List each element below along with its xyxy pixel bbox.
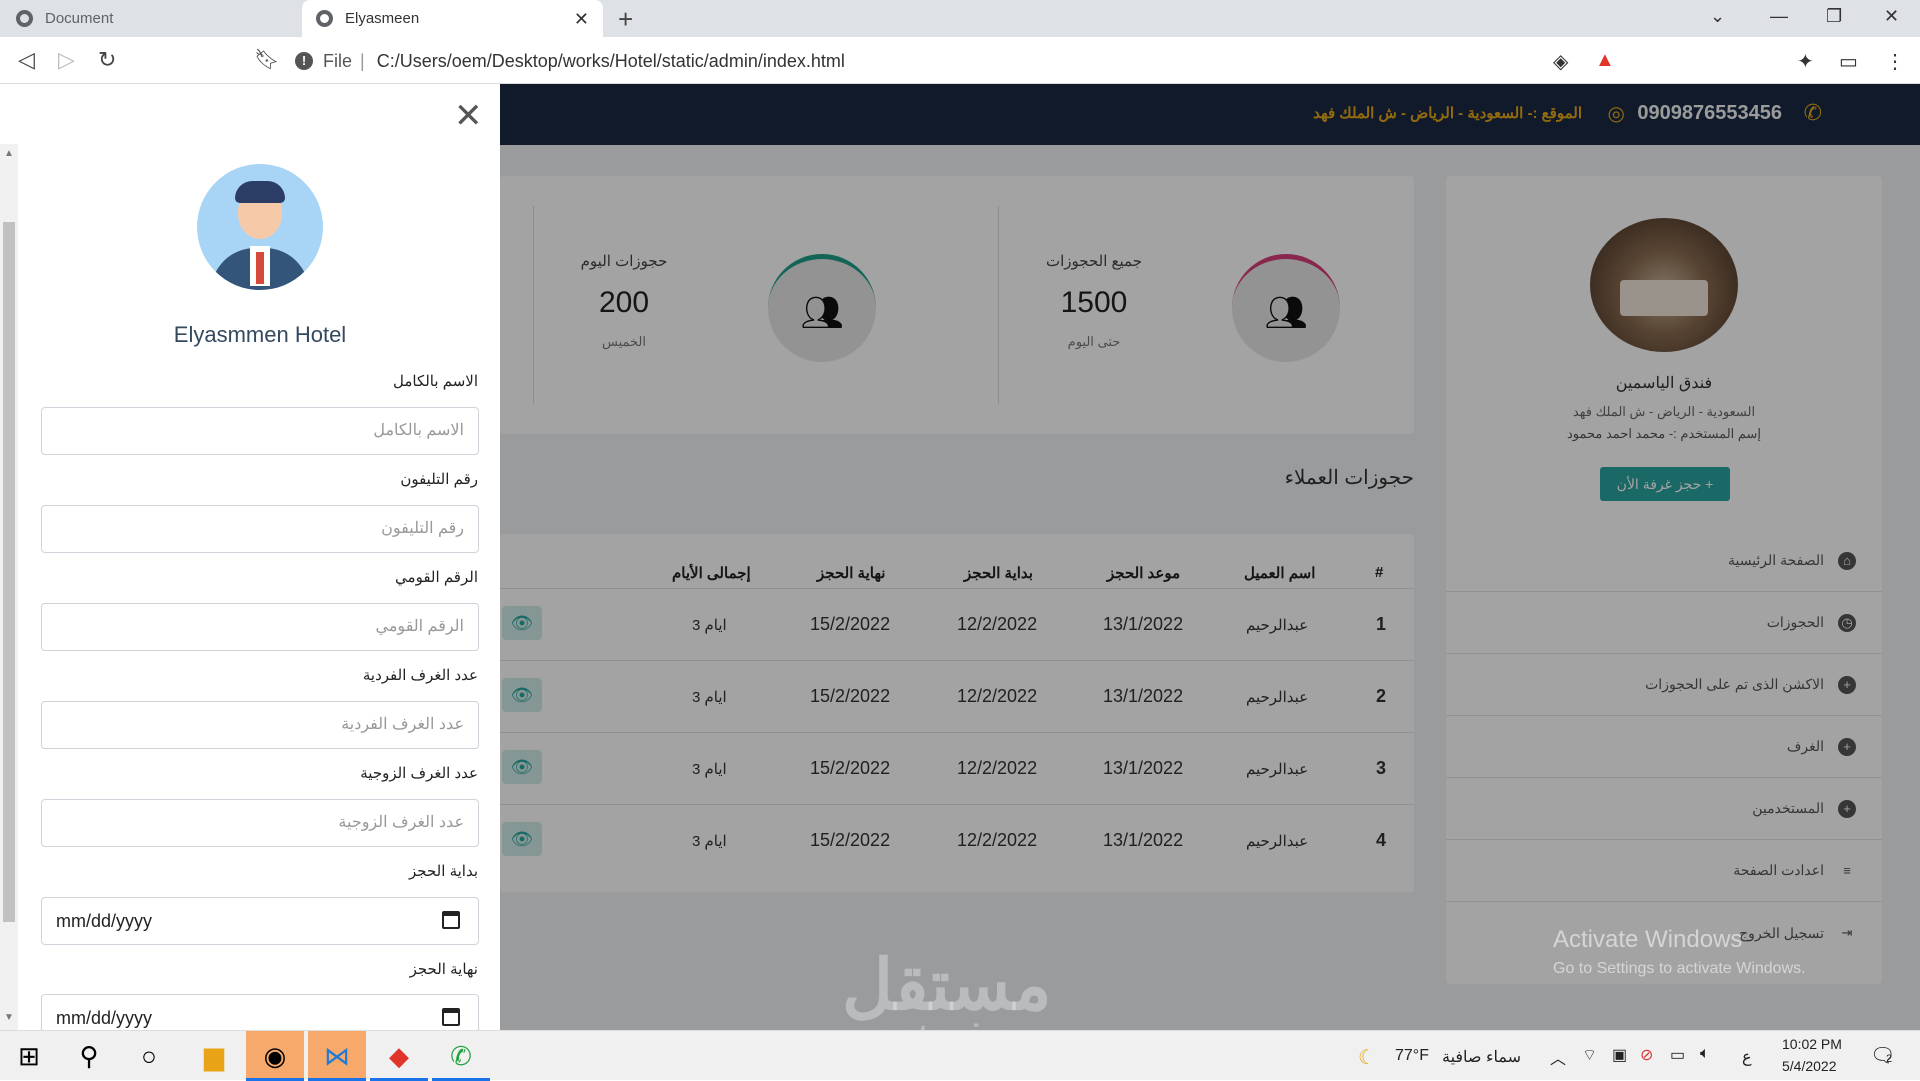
watermark-logo: مستقل [842, 946, 1052, 1024]
file-explorer-icon[interactable]: ▆ [185, 1031, 243, 1081]
globe-icon [16, 10, 33, 27]
tab-label: Document [45, 10, 114, 27]
battery-icon[interactable]: ▭ [1670, 1045, 1685, 1065]
extensions-icon[interactable]: ✦ [1797, 49, 1814, 74]
date-value: mm/dd/yyyy [56, 1008, 153, 1028]
tab-document[interactable]: Document [0, 0, 300, 37]
brave-rewards-icon[interactable]: ▲ [1595, 49, 1615, 72]
maximize-button[interactable]: ❐ [1826, 6, 1842, 27]
windows-start-icon[interactable]: ⊞ [0, 1031, 58, 1081]
new-tab-button[interactable]: + [618, 4, 633, 35]
activate-windows-notice: Activate Windows Go to Settings to activ… [1553, 926, 1806, 978]
tab-label: Elyasmeen [345, 10, 420, 27]
end-date-input[interactable]: mm/dd/yyyy [41, 994, 479, 1030]
watermark-url: mostaqi.com [846, 1018, 1065, 1030]
volume-icon[interactable]: 🔈︎ [1700, 1045, 1710, 1063]
moon-icon: ☾ [1358, 1047, 1376, 1069]
phone-input[interactable]: رقم التليفون [41, 505, 479, 553]
field-label: الاسم بالكامل [392, 373, 478, 390]
address-bar: ◁ ▷ ↻ 🔖︎ ! File | C:/Users/oem/Desktop/w… [0, 37, 1920, 84]
close-icon[interactable]: ✕ [574, 9, 589, 30]
browser-tab-bar: Document Elyasmeen ✕ + ⌄ — ❐ ✕ [0, 0, 1920, 37]
single-rooms-input[interactable]: عدد الغرف الفردية [41, 701, 479, 749]
tab-search-icon[interactable]: ⌄ [1710, 6, 1725, 27]
globe-icon [316, 10, 333, 27]
weather-text: سماء صافية [1442, 1049, 1522, 1066]
forward-icon[interactable]: ▷ [58, 47, 75, 73]
wallet-icon[interactable]: ▭ [1839, 49, 1858, 74]
show-hidden-icons[interactable]: ︿ [1550, 1045, 1566, 1069]
search-icon[interactable]: ⚲ [60, 1031, 118, 1081]
field-label: عدد الغرف الفردية [362, 667, 478, 684]
notification-count: 2 [1886, 1053, 1893, 1065]
vscode-icon[interactable]: ⋈ [308, 1031, 366, 1081]
avatar [197, 164, 323, 290]
task-view-icon[interactable]: ○ [120, 1031, 178, 1081]
menu-icon[interactable]: ⋮ [1885, 49, 1905, 74]
camera-icon[interactable]: ▣ [1612, 1045, 1627, 1065]
page-content: 0909876553456 ✆ الموقع :- السعودية - الر… [0, 84, 1920, 1030]
scroll-up-icon[interactable]: ▲ [4, 148, 14, 159]
weather-temp: 77°F [1395, 1047, 1429, 1064]
tab-elyasmeen[interactable]: Elyasmeen ✕ [302, 0, 603, 37]
field-label: عدد الغرف الزوجية [360, 765, 478, 782]
window-close-button[interactable]: ✕ [1884, 6, 1899, 27]
field-label: نهاية الحجز [409, 961, 478, 978]
calendar-icon[interactable] [442, 1008, 460, 1026]
language-indicator[interactable]: ع [1742, 1047, 1752, 1067]
double-rooms-input[interactable]: عدد الغرف الزوجية [41, 799, 479, 847]
info-icon[interactable]: ! [295, 52, 313, 70]
brave-shield-icon[interactable]: ◈ [1553, 49, 1568, 74]
date-value: mm/dd/yyyy [56, 911, 153, 931]
full-name-input[interactable]: الاسم بالكامل [41, 407, 479, 455]
field-label: الرقم القومي [395, 569, 478, 586]
national-id-input[interactable]: الرقم القومي [41, 603, 479, 651]
bookmark-icon[interactable]: 🔖︎ [254, 47, 279, 72]
security-icon[interactable]: ⊘ [1640, 1045, 1653, 1065]
back-icon[interactable]: ◁ [18, 47, 35, 73]
field-label: بداية الحجز [409, 863, 478, 880]
start-date-input[interactable]: mm/dd/yyyy [41, 897, 479, 945]
drawer-title: Elyasmmen Hotel [173, 322, 347, 347]
url-field[interactable]: ! File | C:/Users/oem/Desktop/works/Hote… [295, 45, 1555, 77]
field-label: رقم التليفون [400, 471, 478, 488]
scroll-down-icon[interactable]: ▼ [4, 1012, 14, 1023]
reload-icon[interactable]: ↻ [98, 47, 116, 73]
minimize-button[interactable]: — [1770, 6, 1788, 27]
booking-drawer: ▲ ▼ ✕ Elyasmmen Hotel الاسم بالكامل الاس… [0, 84, 500, 1030]
url-scheme: File [323, 50, 353, 71]
chrome-icon[interactable]: ◉ [246, 1031, 304, 1081]
url-separator: | [360, 50, 365, 71]
calendar-icon[interactable] [442, 911, 460, 929]
activate-subtitle: Go to Settings to activate Windows. [1553, 960, 1806, 977]
close-icon[interactable]: ✕ [454, 96, 483, 136]
brave-icon[interactable]: ◆ [370, 1031, 428, 1081]
clock-time[interactable]: 10:02 PM [1782, 1036, 1842, 1052]
activate-title: Activate Windows [1553, 926, 1743, 953]
scrollbar[interactable]: ▲ ▼ [0, 144, 18, 1030]
windows-taskbar: ⊞ ⚲ ○ ▆ ◉ ⋈ ◆ ✆ ☾ 77°F سماء صافية ︿ ⌔ ▣ … [0, 1030, 1920, 1081]
url-text: C:/Users/oem/Desktop/works/Hotel/static/… [376, 50, 845, 71]
whatsapp-icon[interactable]: ✆ [432, 1031, 490, 1081]
network-icon[interactable]: ⌔ [1582, 1045, 1597, 1065]
clock-date[interactable]: 5/4/2022 [1782, 1058, 1837, 1074]
